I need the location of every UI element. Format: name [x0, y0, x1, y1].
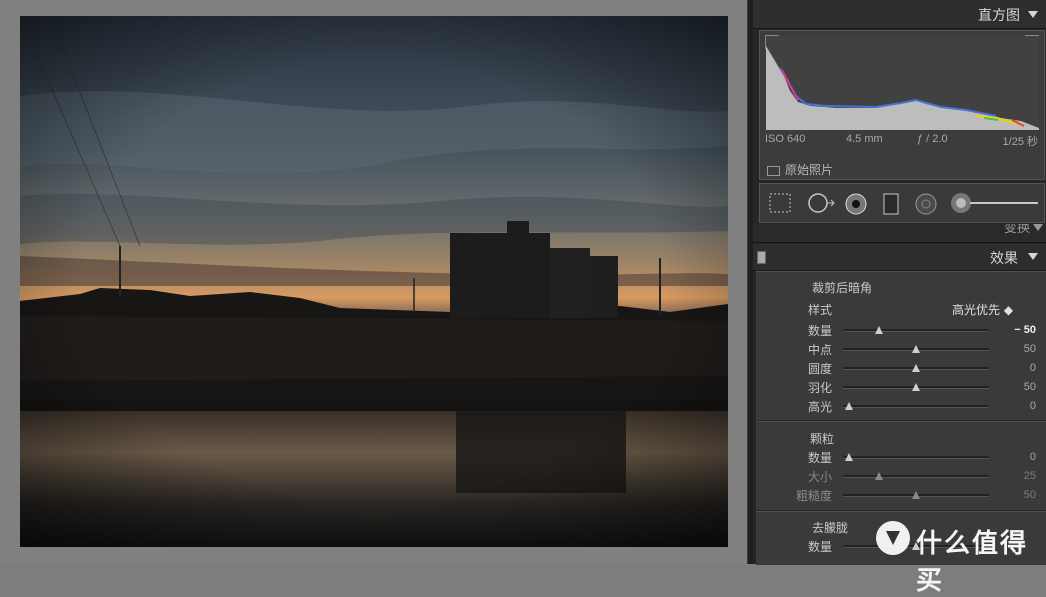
vignette-highlights-label: 高光 [807, 400, 832, 414]
histogram-panel: ISO 640 4.5 mm ƒ / 2.0 1/25 秒 原始照片 [759, 30, 1045, 180]
transform-section-header[interactable]: 变换 [753, 224, 1046, 243]
adjustment-brush-icon[interactable] [950, 192, 1040, 218]
slider-thumb[interactable] [912, 345, 920, 353]
effects-title: 效果 [990, 251, 1018, 267]
vignette-highlights-slider[interactable] [843, 402, 989, 410]
histogram-aperture: ƒ / 2.0 [917, 133, 948, 145]
vignette-feather-value[interactable]: 50 [996, 381, 1036, 393]
grain-amount-slider[interactable] [843, 453, 989, 461]
photo-preview[interactable] [20, 16, 728, 547]
grain-roughness-label: 粗糙度 [795, 489, 832, 503]
grain-roughness-value[interactable]: 50 [996, 489, 1036, 501]
vignette-midpoint-label: 中点 [807, 343, 832, 357]
histogram-shutter: 1/25 秒 [1002, 136, 1038, 148]
slider-thumb[interactable] [912, 383, 920, 391]
collapse-triangle-icon[interactable] [1033, 224, 1043, 231]
vignette-roundness-value[interactable]: 0 [996, 362, 1036, 374]
vignette-title: 裁剪后暗角 [811, 281, 872, 295]
vignette-amount-label: 数量 [807, 324, 832, 338]
watermark: 什么值得买 [876, 518, 1046, 596]
slider-thumb[interactable] [912, 491, 920, 499]
develop-right-panel: 直方图 ISO 640 4.5 mm ƒ / 2.0 1/25 秒 原始照片 变… [753, 0, 1046, 565]
grain-roughness-slider[interactable] [843, 491, 989, 499]
grain-size-slider[interactable] [843, 472, 989, 480]
vignette-style-label: 样式 [807, 303, 832, 317]
vignette-amount-value[interactable]: − 50 [996, 324, 1036, 336]
watermark-text: 什么值得买 [916, 529, 1029, 596]
grain-amount-label: 数量 [807, 451, 832, 465]
slider-thumb[interactable] [875, 326, 883, 334]
vignette-feather-label: 羽化 [807, 381, 832, 395]
dehaze-amount-label: 数量 [807, 540, 832, 554]
slider-thumb[interactable] [912, 364, 920, 372]
post-crop-vignette-group: 裁剪后暗角 样式 高光优先 ◆ 数量 − 50 中点 50 圆度 0 羽化 50… [756, 271, 1046, 420]
grain-group: 颗粒 数量 0 大小 25 粗糙度 50 [756, 421, 1046, 510]
effects-header[interactable]: 效果 [753, 244, 1046, 271]
spot-removal-icon[interactable] [807, 193, 835, 217]
vignette-amount-slider[interactable] [843, 326, 989, 334]
grain-title: 颗粒 [809, 432, 834, 446]
histogram-header[interactable]: 直方图 [753, 0, 1046, 29]
crop-overlay-icon[interactable] [769, 193, 791, 217]
show-original-checkbox[interactable]: 原始照片 [767, 161, 833, 178]
vignette-style-select[interactable]: 高光优先 ◆ [952, 301, 1013, 318]
slider-thumb[interactable] [845, 453, 853, 461]
slider-thumb[interactable] [845, 402, 853, 410]
vignette-roundness-slider[interactable] [843, 364, 989, 372]
tool-strip [759, 183, 1045, 223]
checkbox-icon[interactable] [767, 165, 780, 176]
vignette-roundness-label: 圆度 [807, 362, 832, 376]
histogram-iso: ISO 640 [765, 133, 806, 145]
histogram-graph[interactable] [766, 36, 1039, 130]
slider-thumb[interactable] [875, 472, 883, 480]
collapse-triangle-icon[interactable] [1028, 11, 1038, 18]
watermark-logo-icon [876, 521, 910, 555]
photo-image [20, 16, 728, 547]
vignette-midpoint-value[interactable]: 50 [996, 343, 1036, 355]
panel-switch-icon[interactable] [757, 251, 766, 264]
show-original-label: 原始照片 [785, 163, 834, 177]
vignette-feather-slider[interactable] [843, 383, 989, 391]
histogram-title: 直方图 [978, 8, 1020, 24]
radial-filter-icon[interactable] [915, 193, 937, 219]
vignette-midpoint-slider[interactable] [843, 345, 989, 353]
grain-amount-value[interactable]: 0 [996, 451, 1036, 463]
graduated-filter-icon[interactable] [883, 193, 899, 219]
transform-section-title: 变换 [1003, 224, 1030, 236]
vignette-highlights-value[interactable]: 0 [996, 400, 1036, 412]
collapse-triangle-icon[interactable] [1028, 253, 1038, 260]
histogram-focal-length: 4.5 mm [846, 133, 883, 145]
photo-canvas [0, 0, 747, 564]
grain-size-label: 大小 [807, 470, 832, 484]
grain-size-value[interactable]: 25 [996, 470, 1036, 482]
red-eye-icon[interactable] [845, 193, 867, 219]
